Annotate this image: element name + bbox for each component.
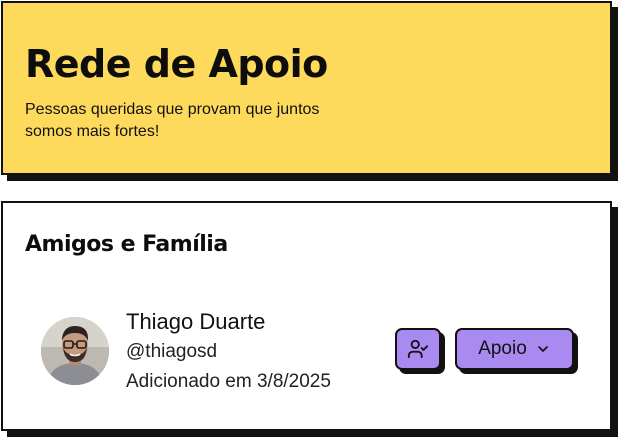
avatar xyxy=(41,317,109,385)
hero-banner: Rede de Apoio Pessoas queridas que prova… xyxy=(1,1,612,175)
support-type-dropdown[interactable]: Apoio xyxy=(455,328,574,370)
dropdown-label: Apoio xyxy=(478,338,527,359)
contact-info: Thiago Duarte @thiagosd Adicionado em 3/… xyxy=(126,307,331,396)
section-title: Amigos e Família xyxy=(25,232,228,257)
contact-item: Thiago Duarte @thiagosd Adicionado em 3/… xyxy=(41,307,581,397)
contact-added-date: Adicionado em 3/8/2025 xyxy=(126,371,331,392)
page-title: Rede de Apoio xyxy=(25,42,328,86)
contacts-card: Amigos e Família Thiago Duarte @thiagosd… xyxy=(1,201,612,431)
chevron-down-icon xyxy=(537,346,548,352)
contact-handle: @thiagosd xyxy=(126,341,218,362)
user-check-icon xyxy=(407,339,429,359)
friend-status-button[interactable] xyxy=(395,328,441,370)
page-subtitle: Pessoas queridas que provam que juntos s… xyxy=(25,101,320,140)
avatar-photo xyxy=(41,317,109,385)
contact-name: Thiago Duarte xyxy=(126,309,266,334)
